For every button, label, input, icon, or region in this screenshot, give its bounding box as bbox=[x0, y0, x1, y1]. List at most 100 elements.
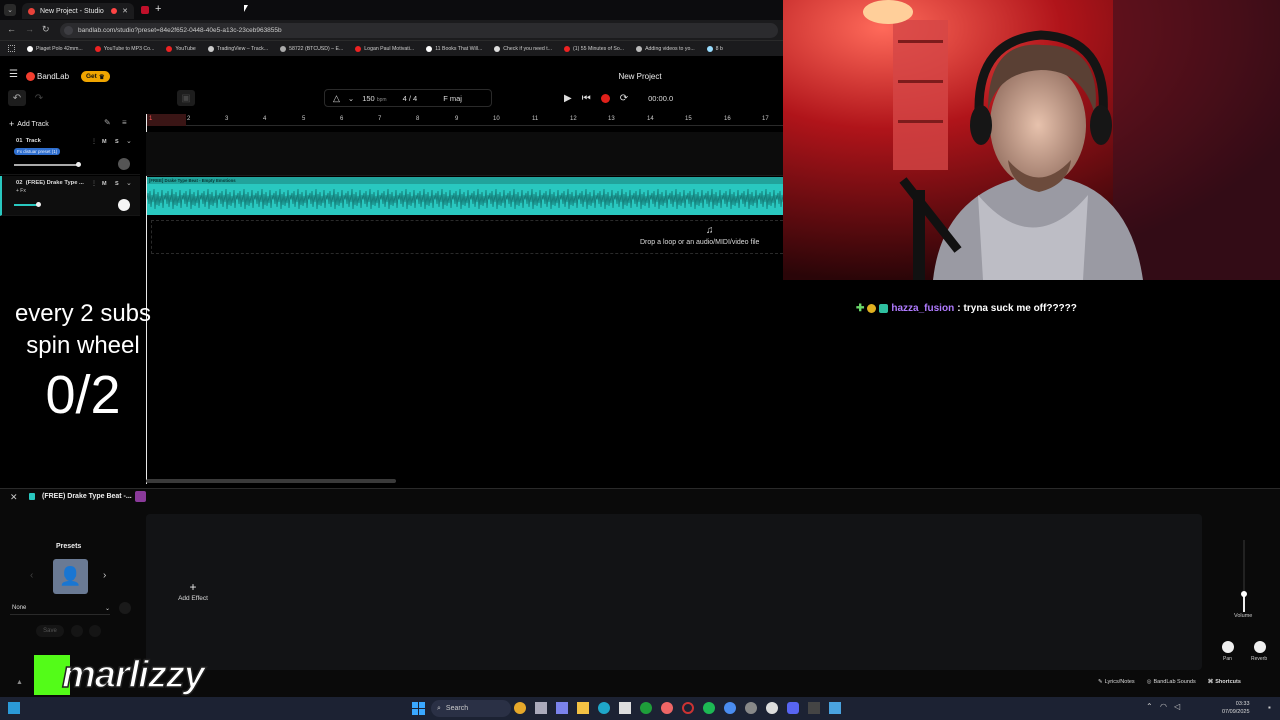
bookmark-item[interactable]: (1) 55 Minutes of So... bbox=[564, 45, 624, 52]
skip-back-icon[interactable]: ⏮ bbox=[582, 93, 591, 104]
tab-search-button[interactable]: ⌄ bbox=[4, 4, 16, 16]
horizontal-scrollbar[interactable] bbox=[146, 479, 396, 483]
wifi-icon[interactable]: ◠ bbox=[1160, 702, 1167, 711]
forward-arrow-icon[interactable]: → bbox=[25, 24, 34, 34]
bookmark-item[interactable]: YouTube to MP3 Co... bbox=[94, 45, 154, 52]
preset-select[interactable]: None ⌄ bbox=[10, 602, 110, 615]
preset-options-icon[interactable] bbox=[119, 602, 131, 614]
save-preset-button[interactable]: Save bbox=[36, 625, 64, 637]
pan-knob[interactable] bbox=[118, 158, 130, 170]
close-tab-icon[interactable]: ✕ bbox=[122, 7, 128, 15]
bookmark-item[interactable]: 11 Books That Will... bbox=[426, 45, 482, 52]
track-lane-1[interactable] bbox=[146, 132, 783, 176]
shortcuts-button[interactable]: ⌘ Shortcuts bbox=[1208, 679, 1241, 685]
reverb-knob[interactable] bbox=[1254, 641, 1266, 653]
metronome-icon[interactable]: △ bbox=[333, 93, 340, 104]
volume-slider-handle[interactable] bbox=[36, 202, 41, 207]
bandlab-sounds-button[interactable]: ◎ BandLab Sounds bbox=[1147, 679, 1196, 685]
mute-button[interactable]: M bbox=[102, 139, 107, 145]
bookmark-item[interactable]: Adding videos to yo... bbox=[636, 45, 695, 52]
bookmark-item[interactable]: 8 b bbox=[706, 45, 723, 52]
settings-gear-icon[interactable] bbox=[745, 702, 757, 714]
volume-slider-handle[interactable] bbox=[76, 162, 81, 167]
time-signature[interactable]: 4 / 4 bbox=[403, 94, 418, 103]
bookmark-item[interactable]: 58722 (BTCUSD) – E... bbox=[280, 45, 343, 52]
chrome-icon[interactable] bbox=[724, 702, 736, 714]
mute-button[interactable]: M bbox=[102, 181, 107, 187]
chat-app-icon[interactable] bbox=[556, 702, 568, 714]
timeline-ruler[interactable]: 1 2 3 4 5 6 7 8 9 10 11 12 13 14 15 16 1… bbox=[146, 114, 783, 126]
file-explorer-icon[interactable] bbox=[577, 702, 589, 714]
redo-icon[interactable]: ↷ bbox=[30, 90, 48, 106]
drop-zone[interactable]: ♫ Drop a loop or an audio/MIDI/video fil… bbox=[151, 220, 783, 254]
clock[interactable]: 03:33 07/09/2025 bbox=[1222, 700, 1250, 716]
pan-knob[interactable] bbox=[1222, 641, 1234, 653]
back-arrow-icon[interactable]: ← bbox=[7, 24, 16, 34]
lyrics-notes-button[interactable]: ✎ Lyrics/Notes bbox=[1098, 679, 1135, 685]
bookmark-item[interactable]: Piaget Polo 42mm... bbox=[27, 45, 83, 52]
track-settings-icon[interactable]: ≡ bbox=[122, 118, 127, 127]
drag-handle-icon[interactable]: ⋮ bbox=[91, 180, 97, 187]
fx-preset-badge[interactable]: Fx distuar preset (1) bbox=[14, 148, 61, 155]
system-tray-chevron-icon[interactable]: ⌃ bbox=[1146, 702, 1153, 711]
close-panel-icon[interactable]: ✕ bbox=[10, 492, 18, 503]
share-preset-icon[interactable] bbox=[71, 625, 83, 637]
taskbar-app-icon[interactable] bbox=[808, 702, 820, 714]
taskbar-app-icon[interactable] bbox=[661, 702, 673, 714]
menu-icon[interactable]: ☰ bbox=[9, 69, 18, 80]
edge-icon[interactable] bbox=[598, 702, 610, 714]
speaker-icon[interactable]: ◁ bbox=[1174, 702, 1180, 711]
solo-button[interactable]: S bbox=[115, 139, 119, 145]
windows-start-icon[interactable] bbox=[412, 702, 425, 715]
project-title[interactable]: New Project bbox=[600, 72, 680, 81]
track-row-1[interactable]: 01 Track Fx distuar preset (1) ⋮ M S ⌄ bbox=[0, 134, 140, 175]
reload-icon[interactable]: ↻ bbox=[42, 24, 50, 35]
tempo-field[interactable]: 150 bpm bbox=[362, 94, 386, 103]
pencil-icon[interactable]: ✎ bbox=[104, 118, 111, 127]
record-icon[interactable] bbox=[600, 93, 610, 103]
notepad-icon[interactable] bbox=[829, 702, 841, 714]
chevron-down-icon[interactable]: ⌄ bbox=[126, 179, 132, 187]
tab-new-project[interactable]: New Project - Studio ✕ bbox=[22, 3, 134, 19]
solo-button[interactable]: S bbox=[115, 181, 119, 187]
bookmark-item[interactable]: TradingView – Track... bbox=[207, 45, 268, 52]
task-view-icon[interactable] bbox=[535, 702, 547, 714]
preset-thumbnail[interactable]: 👤 bbox=[53, 559, 88, 594]
mixer-icon[interactable]: ▣ bbox=[177, 90, 195, 106]
bandlab-logo[interactable]: BandLab bbox=[37, 72, 69, 81]
widgets-icon[interactable] bbox=[8, 702, 20, 714]
add-effect-button[interactable]: + Add Effect bbox=[172, 580, 214, 602]
discord-icon[interactable] bbox=[787, 702, 799, 714]
chevron-left-icon[interactable]: ‹ bbox=[30, 570, 33, 581]
key-selector[interactable]: F maj bbox=[443, 94, 462, 103]
xbox-icon[interactable] bbox=[640, 702, 652, 714]
track-row-2[interactable]: 02 (FREE) Drake Type ... + Fx ⋮ M S ⌄ bbox=[0, 176, 140, 216]
volume-slider[interactable] bbox=[14, 164, 78, 166]
chevron-up-icon[interactable]: ▲ bbox=[16, 679, 23, 686]
store-icon[interactable] bbox=[619, 702, 631, 714]
add-fx-button[interactable]: + Fx bbox=[16, 188, 26, 194]
chevron-down-icon[interactable]: ⌄ bbox=[126, 137, 132, 145]
url-field[interactable]: bandlab.com/studio?preset=84e2f652-0448-… bbox=[60, 23, 778, 38]
notification-bell-icon[interactable]: ▪ bbox=[1268, 703, 1271, 712]
chevron-right-icon[interactable]: › bbox=[103, 570, 106, 581]
undo-icon[interactable]: ↶ bbox=[8, 90, 26, 106]
taskbar-app-icon[interactable] bbox=[514, 702, 526, 714]
bookmark-item[interactable]: Logan Paul Motivati... bbox=[355, 45, 414, 52]
loop-icon[interactable]: ⟳ bbox=[620, 93, 628, 104]
more-options-icon[interactable] bbox=[89, 625, 101, 637]
apps-grid-icon[interactable] bbox=[8, 45, 15, 52]
tab-youtube-icon[interactable] bbox=[141, 6, 149, 14]
site-info-icon[interactable] bbox=[64, 26, 73, 35]
instrument-icon[interactable] bbox=[135, 491, 146, 502]
bookmark-item[interactable]: YouTube bbox=[166, 45, 196, 52]
audio-clip[interactable] bbox=[147, 177, 783, 215]
taskbar-search[interactable]: ⌕ Search bbox=[431, 700, 511, 717]
taskbar-app-icon[interactable] bbox=[682, 702, 694, 714]
spotify-icon[interactable] bbox=[703, 702, 715, 714]
chevron-down-icon[interactable]: ⌄ bbox=[348, 94, 354, 103]
pan-knob[interactable] bbox=[118, 199, 130, 211]
drag-handle-icon[interactable]: ⋮ bbox=[91, 138, 97, 145]
new-tab-button[interactable]: + bbox=[155, 3, 161, 15]
get-membership-button[interactable]: Get ♛ bbox=[81, 71, 110, 82]
